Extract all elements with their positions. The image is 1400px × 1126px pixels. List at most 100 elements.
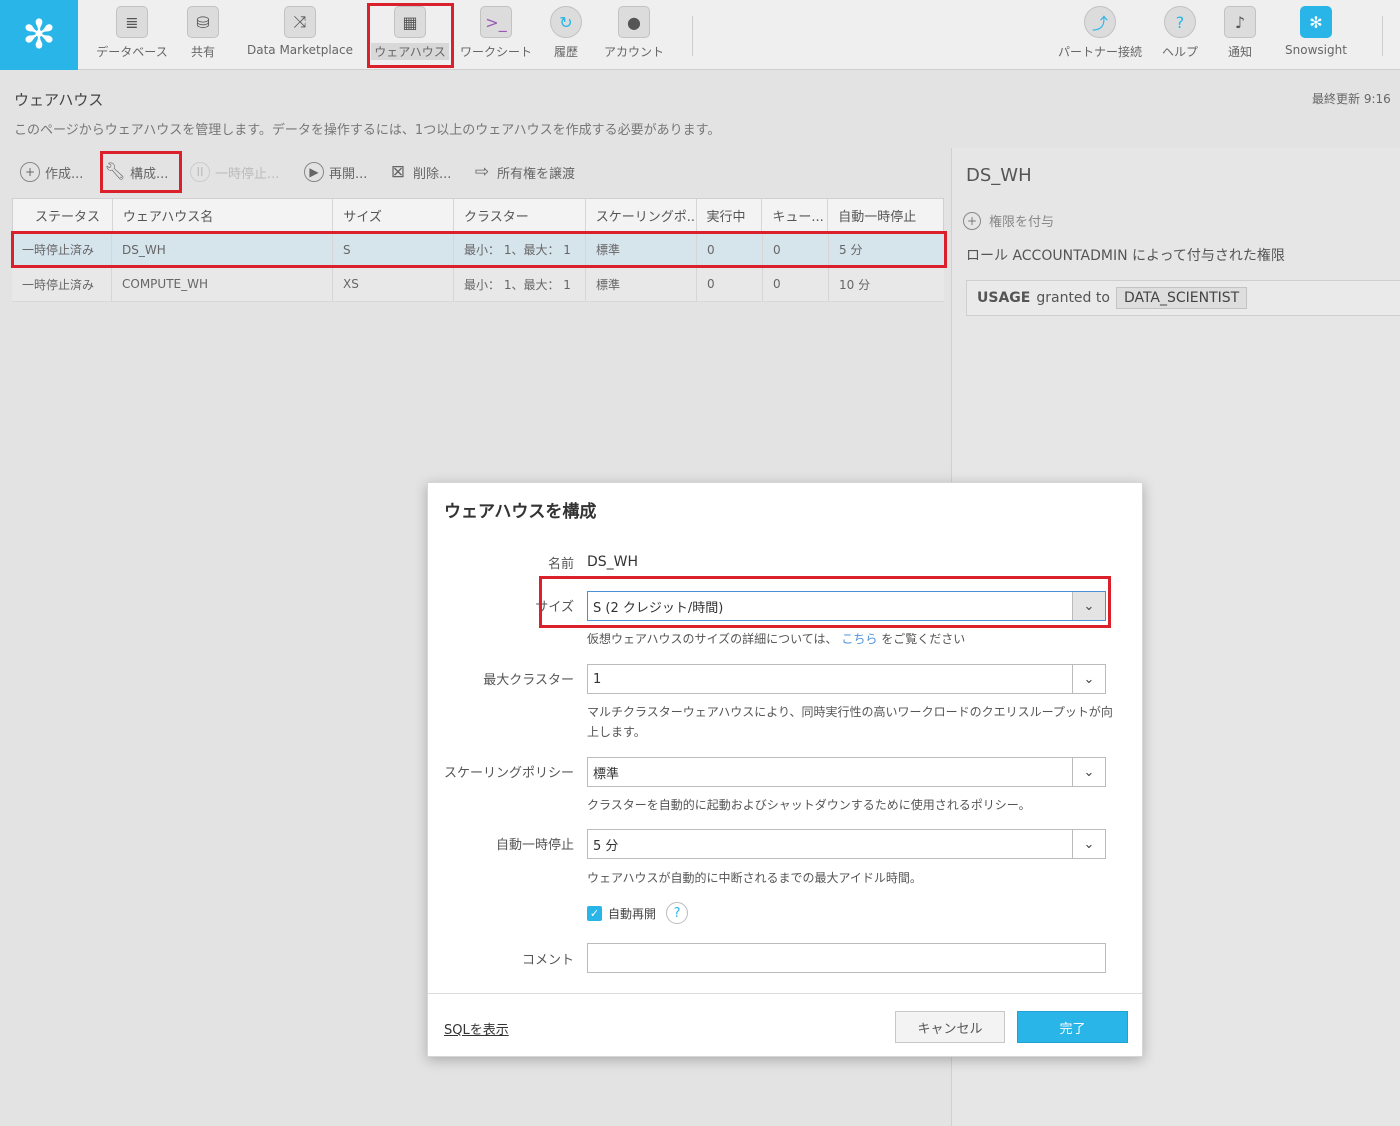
- plus-icon: +: [963, 211, 981, 230]
- chevron-down-icon: ⌄: [1072, 830, 1105, 858]
- last-update: 最終更新 9:16: [1312, 92, 1391, 106]
- scaling-policy-select[interactable]: 標準 ⌄: [587, 757, 1106, 787]
- auto-resume-label: 自動再開: [608, 906, 657, 921]
- nav-share[interactable]: ⛁ 共有: [185, 6, 221, 66]
- suspend-button[interactable]: II 一時停止...: [190, 160, 279, 184]
- finish-button[interactable]: 完了: [1017, 1011, 1128, 1043]
- nav-history[interactable]: ↻ 履歴: [548, 6, 584, 66]
- nav-account[interactable]: ● アカウント: [604, 6, 664, 66]
- auto-suspend-select[interactable]: 5 分 ⌄: [587, 829, 1106, 859]
- worksheet-icon: >_: [480, 6, 512, 38]
- col-name[interactable]: ウェアハウス名: [113, 199, 334, 231]
- snowsight-icon: ✻: [1300, 6, 1332, 38]
- partner-connect-icon: ⤴: [1084, 6, 1116, 38]
- privilege-row: USAGE granted to DATA_SCIENTIST: [966, 280, 1400, 316]
- cell-auto-suspend: 5 分: [839, 243, 863, 257]
- cell-running: 0: [697, 267, 763, 301]
- cell-size: S: [333, 232, 454, 267]
- col-queued[interactable]: キュー...: [762, 199, 829, 231]
- share-icon: ⛁: [187, 6, 219, 38]
- help-icon[interactable]: ?: [666, 902, 689, 924]
- delete-icon: ⊠: [390, 162, 406, 182]
- cell-name-link[interactable]: COMPUTE_WH: [112, 267, 333, 301]
- delete-button[interactable]: ⊠ 削除...: [388, 160, 452, 184]
- cell-scaling: 標準: [586, 267, 697, 301]
- col-auto-suspend[interactable]: 自動一時停止: [828, 199, 943, 231]
- nav-notifications[interactable]: ♪ 通知: [1222, 6, 1258, 66]
- history-icon: ↻: [550, 6, 582, 38]
- cell-queued: 0: [763, 232, 829, 267]
- granted-to-label: granted to: [1036, 290, 1110, 306]
- play-icon: ▶: [304, 162, 324, 182]
- nav-databases[interactable]: ≣ データベース: [96, 6, 168, 66]
- configure-warehouse-dialog: ウェアハウスを構成 名前 DS_WH サイズ S (2 クレジット/時間) ⌄ …: [427, 482, 1143, 1057]
- page-description: このページからウェアハウスを管理します。データを操作するには、1つ以上のウェアハ…: [14, 123, 721, 138]
- top-nav: ✻ ≣ データベース ⛁ 共有 ⤨ Data Marketplace ▦ ウェア…: [0, 0, 1400, 70]
- cell-status: 一時停止済み: [12, 232, 112, 267]
- table-header: ステータス ウェアハウス名 サイズ クラスター スケーリングポ... 実行中 キ…: [12, 198, 944, 232]
- bell-icon: ♪: [1224, 6, 1256, 38]
- nav-partner-connect[interactable]: ⤴ パートナー接続: [1058, 6, 1142, 66]
- resume-button[interactable]: ▶ 再開...: [304, 160, 367, 184]
- snowflake-logo-icon[interactable]: ✻: [0, 0, 78, 70]
- cancel-button[interactable]: キャンセル: [895, 1011, 1005, 1043]
- cell-auto-suspend: 10 分: [839, 277, 871, 292]
- create-button[interactable]: + 作成...: [20, 160, 83, 184]
- help-icon: ?: [1164, 6, 1196, 38]
- pause-icon: II: [190, 162, 210, 182]
- col-cluster[interactable]: クラスター: [454, 199, 586, 231]
- cell-running: 0: [697, 232, 763, 267]
- show-sql-link[interactable]: SQLを表示: [444, 1019, 509, 1038]
- role-privileges-text: ロール ACCOUNTADMIN によって付与された権限: [966, 248, 1285, 264]
- warehouse-icon: ▦: [394, 6, 426, 38]
- database-icon: ≣: [116, 6, 148, 38]
- dialog-title: ウェアハウスを構成: [444, 502, 597, 522]
- name-label: 名前: [547, 557, 574, 572]
- auto-suspend-label: 自動一時停止: [495, 838, 574, 853]
- cell-name-link[interactable]: DS_WH: [112, 232, 333, 267]
- scaling-policy-label: スケーリングポリシー: [443, 766, 574, 781]
- max-cluster-select[interactable]: 1 ⌄: [587, 664, 1106, 694]
- scaling-policy-help: クラスターを自動的に起動およびシャットダウンするために使用されるポリシー。: [587, 798, 1031, 812]
- configure-button[interactable]: 🔧︎ 構成...: [104, 160, 168, 184]
- col-status[interactable]: ステータス: [13, 199, 113, 231]
- account-icon: ●: [618, 6, 650, 38]
- cell-queued: 0: [763, 267, 829, 301]
- size-select[interactable]: S (2 クレジット/時間) ⌄: [587, 591, 1106, 621]
- wrench-icon: 🔧︎: [104, 162, 126, 182]
- page-title: ウェアハウス: [14, 91, 104, 109]
- warehouse-toolbar: + 作成... 🔧︎ 構成... II 一時停止... ▶ 再開... ⊠ 削除…: [0, 148, 950, 196]
- auto-suspend-help: ウェアハウスが自動的に中断されるまでの最大アイドル時間。: [587, 871, 922, 885]
- table-row[interactable]: 一時停止済み DS_WH S 最小： 1、最大： 1 標準 0 0 5 分: [12, 232, 944, 267]
- auto-resume-checkbox[interactable]: ✓: [587, 905, 602, 921]
- privilege-name: USAGE: [977, 290, 1031, 306]
- chevron-down-icon: ⌄: [1072, 665, 1105, 693]
- transfer-icon: ⇨: [474, 162, 490, 182]
- size-details-link[interactable]: こちら: [841, 632, 877, 646]
- dialog-divider: [428, 993, 1142, 994]
- nav-data-marketplace[interactable]: ⤨ Data Marketplace: [246, 6, 354, 66]
- nav-warehouses[interactable]: ▦ ウェアハウス: [371, 6, 449, 66]
- chevron-down-icon: ⌄: [1072, 758, 1105, 786]
- marketplace-icon: ⤨: [284, 6, 316, 38]
- col-size[interactable]: サイズ: [333, 199, 455, 231]
- comment-label: コメント: [521, 953, 574, 968]
- nav-worksheets[interactable]: >_ ワークシート: [460, 6, 532, 66]
- grant-privileges-button[interactable]: + 権限を付与: [963, 211, 1054, 230]
- table-row[interactable]: 一時停止済み COMPUTE_WH XS 最小： 1、最大： 1 標準 0 0 …: [12, 267, 944, 302]
- detail-title: DS_WH: [966, 165, 1032, 186]
- chevron-down-icon: ⌄: [1072, 592, 1105, 620]
- nav-help[interactable]: ? ヘルプ: [1162, 6, 1198, 66]
- col-scaling[interactable]: スケーリングポ...: [586, 199, 697, 231]
- max-cluster-help: マルチクラスターウェアハウスにより、同時実行性の高いワークロードのクエリスループ…: [587, 705, 1113, 739]
- auto-resume-row: ✓ 自動再開 ?: [587, 902, 689, 924]
- grantee-chip[interactable]: DATA_SCIENTIST: [1115, 287, 1248, 309]
- comment-field[interactable]: [587, 943, 1106, 973]
- name-value: DS_WH: [587, 554, 639, 570]
- col-running[interactable]: 実行中: [697, 199, 763, 231]
- size-label: サイズ: [535, 600, 574, 615]
- plus-icon: +: [20, 162, 40, 182]
- cell-size: XS: [333, 267, 454, 301]
- nav-snowsight[interactable]: ✻ Snowsight: [1283, 6, 1349, 66]
- transfer-ownership-button[interactable]: ⇨ 所有権を譲渡: [472, 160, 575, 184]
